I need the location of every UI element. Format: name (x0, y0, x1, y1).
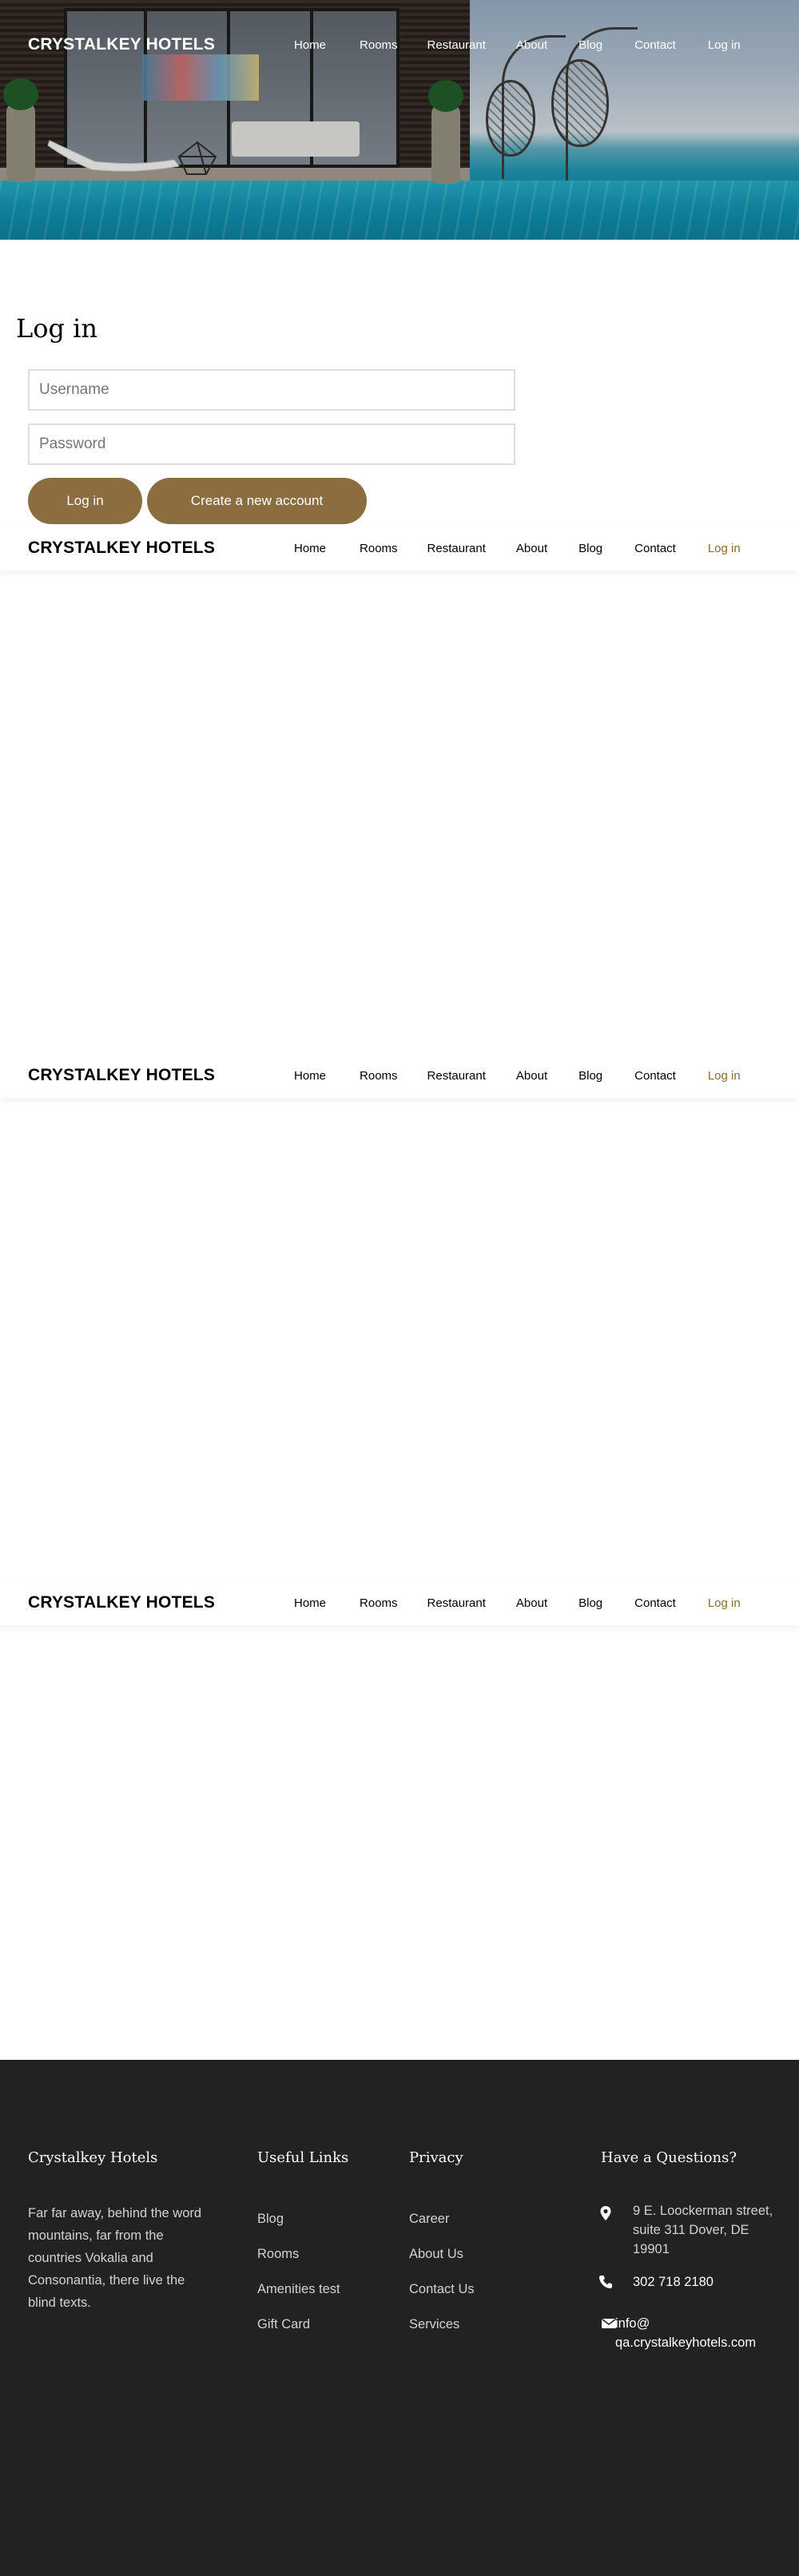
nav-menu: Home Rooms Restaurant About Blog Contact… (294, 542, 741, 555)
login-button[interactable]: Log in (28, 478, 142, 524)
nav-contact[interactable]: Contact (634, 542, 676, 555)
footer-link-rooms[interactable]: Rooms (257, 2247, 299, 2262)
footer-link-gift-card[interactable]: Gift Card (257, 2317, 310, 2332)
envelope-icon (602, 2318, 616, 2328)
nav-contact[interactable]: Contact (634, 38, 676, 52)
nav-blog[interactable]: Blog (578, 38, 602, 52)
nav-rooms[interactable]: Rooms (360, 38, 398, 52)
nav-home[interactable]: Home (294, 38, 326, 52)
footer-link-amenities[interactable]: Amenities test (257, 2282, 340, 2297)
login-title: Log in (16, 313, 98, 344)
footer-contact-heading: Have a Questions? (601, 2149, 737, 2166)
map-marker-icon (600, 2206, 611, 2220)
footer-link-contact-us[interactable]: Contact Us (409, 2282, 475, 2297)
footer-phone[interactable]: 302 718 2180 (633, 2272, 714, 2292)
username-input[interactable] (28, 369, 515, 411)
footer-address: 9 E. Loockerman street, suite 311 Dover,… (633, 2204, 773, 2256)
nav-about[interactable]: About (516, 542, 547, 555)
brand-logo[interactable]: CRYSTALKEY HOTELS (28, 1066, 215, 1085)
nav-login[interactable]: Log in (708, 38, 741, 52)
nav-contact[interactable]: Contact (634, 1069, 676, 1083)
footer-link-blog[interactable]: Blog (257, 2212, 284, 2227)
nav-rooms[interactable]: Rooms (360, 542, 398, 555)
footer-email[interactable]: info@ qa.crystalkeyhotels.com (615, 2314, 775, 2352)
brand-logo[interactable]: CRYSTALKEY HOTELS (28, 1593, 215, 1612)
nav-menu: Home Rooms Restaurant About Blog Contact… (294, 1069, 741, 1083)
top-navbar: CRYSTALKEY HOTELS Home Rooms Restaurant … (0, 22, 799, 67)
nav-restaurant[interactable]: Restaurant (427, 38, 486, 52)
nav-restaurant[interactable]: Restaurant (427, 1596, 486, 1610)
nav-blog[interactable]: Blog (578, 1596, 602, 1610)
brand-logo[interactable]: CRYSTALKEY HOTELS (28, 35, 215, 54)
nav-login[interactable]: Log in (708, 542, 741, 555)
nav-restaurant[interactable]: Restaurant (427, 1069, 486, 1083)
sticky-navbar: CRYSTALKEY HOTELS Home Rooms Restaurant … (0, 1580, 799, 1625)
footer-link-services[interactable]: Services (409, 2317, 459, 2332)
password-input[interactable] (28, 423, 515, 465)
footer-about-heading: Crystalkey Hotels (28, 2149, 158, 2166)
nav-rooms[interactable]: Rooms (360, 1069, 398, 1083)
nav-login[interactable]: Log in (708, 1596, 741, 1610)
create-account-button[interactable]: Create a new account (147, 478, 367, 524)
nav-about[interactable]: About (516, 38, 547, 52)
nav-login[interactable]: Log in (708, 1069, 741, 1083)
nav-about[interactable]: About (516, 1069, 547, 1083)
sticky-navbar: CRYSTALKEY HOTELS Home Rooms Restaurant … (0, 526, 799, 570)
nav-blog[interactable]: Blog (578, 1069, 602, 1083)
nav-restaurant[interactable]: Restaurant (427, 542, 486, 555)
nav-blog[interactable]: Blog (578, 542, 602, 555)
nav-about[interactable]: About (516, 1596, 547, 1610)
sticky-navbar: CRYSTALKEY HOTELS Home Rooms Restaurant … (0, 1053, 799, 1098)
brand-logo[interactable]: CRYSTALKEY HOTELS (28, 539, 215, 558)
nav-menu: Home Rooms Restaurant About Blog Contact… (294, 38, 741, 52)
footer-privacy-heading: Privacy (409, 2149, 463, 2166)
nav-menu: Home Rooms Restaurant About Blog Contact… (294, 1596, 741, 1610)
nav-rooms[interactable]: Rooms (360, 1596, 398, 1610)
nav-home[interactable]: Home (294, 1596, 326, 1610)
nav-home[interactable]: Home (294, 1069, 326, 1083)
phone-icon (599, 2276, 612, 2288)
footer-link-career[interactable]: Career (409, 2212, 449, 2227)
footer-about-text: Far far away, behind the word mountains,… (28, 2206, 202, 2310)
nav-contact[interactable]: Contact (634, 1596, 676, 1610)
footer-link-about-us[interactable]: About Us (409, 2247, 463, 2262)
footer-links-heading: Useful Links (257, 2149, 349, 2166)
nav-home[interactable]: Home (294, 542, 326, 555)
